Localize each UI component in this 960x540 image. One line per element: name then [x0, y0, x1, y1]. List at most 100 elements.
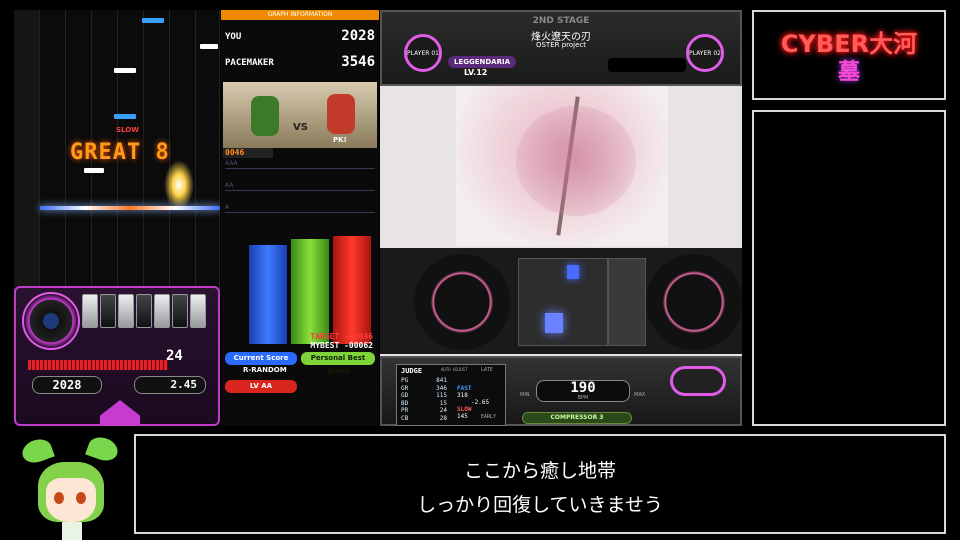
- zundamon-mascot-icon: [18, 433, 122, 540]
- you-label: YOU: [225, 32, 242, 42]
- graph-panel: GRAPH INFORMATION YOU 2028 PACEMAKER 354…: [221, 10, 379, 426]
- slow-label: SLOW: [457, 406, 472, 413]
- stage-info-panel: 2ND STAGE 烽火遼天の刃 OSTER project PLAYER 01…: [380, 10, 742, 86]
- judge-row-label: BD: [401, 399, 409, 407]
- you-row: YOU 2028: [225, 28, 375, 44]
- pacemaker-label: PACEMAKER: [225, 58, 274, 68]
- rival-character: [327, 94, 355, 134]
- judge-line: [40, 206, 220, 210]
- pacemaker-bar: [291, 239, 329, 344]
- slow-value: 145: [457, 413, 468, 420]
- subtitle-line-1: ここから癒し地帯: [463, 460, 616, 482]
- key-3: [118, 294, 134, 328]
- grade-label: A: [225, 204, 230, 211]
- judge-row: BD 15: [401, 400, 451, 407]
- judge-row-value: 115: [436, 392, 447, 400]
- lane-1: [40, 10, 66, 296]
- difficulty-badge: LEGGENDARIA: [448, 56, 516, 68]
- early-label: EARLY: [481, 414, 497, 420]
- controller-buttons: [518, 258, 608, 346]
- personal-best-tag: Personal Best Score: [301, 352, 375, 375]
- level-label: LV.12: [464, 68, 488, 77]
- random-option: R-RANDOM: [243, 366, 287, 374]
- subtitle-box: ここから癒し地帯 しっかり回復していきませう: [134, 434, 946, 534]
- fast-value: 318: [457, 392, 468, 399]
- key-1: [82, 294, 98, 328]
- note: [114, 114, 136, 119]
- groove-gauge: [28, 360, 168, 370]
- key-5: [154, 294, 170, 328]
- controller-deck: 24 2028 2.45: [14, 286, 220, 426]
- judge-row-label: PR: [401, 407, 409, 415]
- judge-row: PR 24: [401, 407, 451, 414]
- gauge-value: 24: [166, 348, 183, 364]
- auto-adjust-label: AUTO ADJUST: [441, 367, 468, 372]
- stage-label: 2ND STAGE: [532, 16, 590, 26]
- note: [84, 168, 104, 173]
- difference-display: 0046: [223, 148, 273, 158]
- you-score: 2028: [341, 28, 375, 44]
- bpm-max-label: MAX: [634, 392, 646, 398]
- judge-row-value: 24: [439, 407, 447, 415]
- late-label: LATE: [481, 367, 494, 373]
- judge-row-label: GD: [401, 392, 409, 400]
- lane-7: [196, 10, 220, 296]
- cherry-blossom-image: [456, 86, 668, 246]
- judge-title: JUDGE: [401, 367, 423, 375]
- bpm-value: 190: [570, 380, 596, 396]
- pacemaker-score: 3546: [341, 54, 375, 70]
- turntable-icon: [22, 292, 80, 350]
- streamer-subtitle: 墓: [837, 60, 860, 85]
- arrow-up-icon: [100, 400, 140, 426]
- grade-label: AAA: [225, 160, 238, 167]
- judge-row: CB 28: [401, 415, 451, 422]
- hi-speed-display: 2.45: [134, 376, 206, 394]
- effect-display: COMPRESSOR 3: [522, 412, 632, 424]
- player2-slot: [608, 58, 686, 72]
- judge-row-value: 28: [439, 415, 447, 422]
- judge-row: GR 346: [401, 385, 451, 392]
- note: [142, 18, 164, 23]
- judge-row: PG 841: [401, 377, 451, 384]
- current-score-tag: Current Score: [225, 352, 297, 365]
- subtitle-line-2: しっかり回復していきませう: [417, 494, 663, 516]
- side-panel: [752, 110, 946, 426]
- best-score-bar: [333, 236, 371, 344]
- turntable-icon: [646, 254, 742, 350]
- key-2: [100, 294, 116, 328]
- timing-indicator: SLOW: [116, 126, 139, 134]
- judge-panel: JUDGE AUTO ADJUST LATE PG 841 GR 346 GD 115 BD…: [396, 364, 506, 426]
- judge-row: GD 115: [401, 392, 451, 399]
- lane-6: [170, 10, 196, 296]
- player2-badge: PLAYER 02: [686, 34, 724, 72]
- grade-label: AA: [225, 182, 234, 189]
- judge-row-value: 346: [436, 384, 447, 392]
- bpm-label: BPM: [577, 395, 589, 401]
- scratch-lane: [14, 10, 40, 296]
- pacemaker-row: PACEMAKER 3546: [225, 54, 375, 70]
- mybest-diff: MYBEST -00062: [310, 341, 373, 350]
- judge-row-label: GR: [401, 384, 409, 392]
- judge-row-value: 15: [439, 399, 447, 407]
- key-7: [190, 294, 206, 328]
- rival-name: PK!: [333, 136, 347, 144]
- player1-badge: PLAYER 01: [404, 34, 442, 72]
- key-4: [136, 294, 152, 328]
- target-grade-tag: LV AA: [225, 380, 297, 393]
- turntable-icon: [414, 254, 510, 350]
- offset-value: -2.65: [471, 399, 490, 406]
- judge-row-value: 841: [436, 377, 447, 384]
- bpm-min-label: MIN: [520, 392, 530, 398]
- note-lane-area: SLOW GREAT 8: [14, 10, 220, 296]
- key-beam: [164, 160, 194, 210]
- score-display: 2028: [32, 376, 102, 394]
- target-diff: TARGET -00046: [310, 332, 373, 341]
- player-character: [251, 96, 279, 136]
- key-6: [172, 294, 188, 328]
- fast-label: FAST: [457, 385, 472, 392]
- current-score-bar: [249, 245, 287, 344]
- graph-header: GRAPH INFORMATION: [221, 10, 379, 20]
- character-portrait: VS PK!: [223, 82, 377, 148]
- controller-logo-icon: [670, 366, 726, 396]
- hand-cam: [380, 248, 742, 354]
